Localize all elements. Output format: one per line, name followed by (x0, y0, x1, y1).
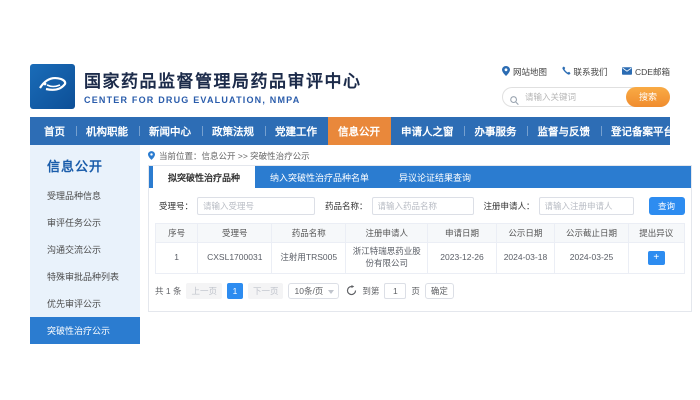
drug-name-label: 药品名称： (325, 200, 368, 212)
col-publicity-deadline: 公示截止日期 (555, 224, 629, 243)
nav-item-policy[interactable]: 政策法规 (202, 117, 265, 145)
col-publicity-date: 公示日期 (496, 224, 554, 243)
tab-included-breakthrough-list[interactable]: 纳入突破性治疗品种名单 (255, 166, 384, 188)
site-subtitle: CENTER FOR DRUG EVALUATION, NMPA (84, 95, 362, 105)
acceptance-no-input[interactable] (197, 197, 315, 215)
col-drug-name: 药品名称 (272, 224, 346, 243)
cde-mail-link-label: CDE邮箱 (635, 66, 670, 78)
page-number-button[interactable]: 1 (227, 283, 243, 299)
location-pin-icon (502, 66, 510, 78)
filter-row: 受理号： 药品名称： 注册申请人： 查询 (149, 188, 691, 223)
page-size-label: 10条/页 (294, 285, 323, 297)
sidebar-item-accepted-varieties[interactable]: 受理品种信息 (30, 182, 140, 209)
pagination: 共 1 条 上一页 1 下一页 10条/页 到第 页 确定 (155, 283, 685, 299)
acceptance-no-label: 受理号： (159, 200, 193, 212)
cell-apply-date: 2023-12-26 (428, 243, 497, 274)
content-area: 信息公开 受理品种信息 审评任务公示 沟通交流公示 特殊审批品种列表 优先审评公… (30, 145, 670, 344)
goto-unit: 页 (411, 285, 420, 297)
main-nav: 首页 机构职能 新闻中心 政策法规 党建工作 信息公开 申请人之窗 办事服务 监… (30, 117, 670, 145)
quick-links: 网站地图 联系我们 CDE邮箱 (502, 66, 670, 78)
cell-drug-name: 注射用TRS005 (272, 243, 346, 274)
total-count: 共 1 条 (155, 285, 181, 297)
contact-link[interactable]: 联系我们 (562, 66, 608, 78)
search-box: 搜索 (502, 87, 670, 107)
nav-item-supervision[interactable]: 监督与反馈 (527, 117, 601, 145)
search-button[interactable]: 搜索 (626, 87, 670, 107)
drug-name-input[interactable] (372, 197, 474, 215)
tab-bar: 拟突破性治疗品种 纳入突破性治疗品种名单 异议论证结果查询 (149, 166, 691, 188)
cell-acceptance-no: CXSL1700031 (198, 243, 272, 274)
cell-seq: 1 (156, 243, 198, 274)
sidebar-item-priority-review[interactable]: 优先审评公示 (30, 290, 140, 317)
sidebar-item-breakthrough-therapy[interactable]: 突破性治疗公示 (30, 317, 140, 344)
table-row: 1 CXSL1700031 注射用TRS005 浙江特瑞思药业股份有限公司 20… (156, 243, 685, 274)
cell-publicity-date: 2024-03-18 (496, 243, 554, 274)
logo-swan-icon (35, 66, 71, 107)
plus-icon[interactable]: + (648, 251, 665, 265)
table-header-row: 序号 受理号 药品名称 注册申请人 申请日期 公示日期 公示截止日期 提出异议 (156, 224, 685, 243)
site-title: 国家药品监督管理局药品审评中心 (84, 67, 362, 92)
nav-item-registration-platform[interactable]: 登记备案平台 (601, 117, 685, 145)
sitemap-link-label: 网站地图 (513, 66, 547, 78)
col-seq: 序号 (156, 224, 198, 243)
nav-item-home[interactable]: 首页 (30, 117, 76, 145)
results-table-wrap: 序号 受理号 药品名称 注册申请人 申请日期 公示日期 公示截止日期 提出异议 (155, 223, 685, 274)
brand-text: 国家药品监督管理局药品审评中心 CENTER FOR DRUG EVALUATI… (84, 67, 362, 105)
location-pin-icon (148, 151, 155, 162)
envelope-icon (622, 67, 632, 77)
col-applicant: 注册申请人 (346, 224, 428, 243)
breadcrumb-text: 当前位置：信息公开 >> 突破性治疗公示 (159, 150, 310, 162)
sitemap-link[interactable]: 网站地图 (502, 66, 547, 78)
tab-proposed-breakthrough[interactable]: 拟突破性治疗品种 (153, 166, 255, 188)
nav-item-services[interactable]: 办事服务 (464, 117, 527, 145)
col-acceptance-no: 受理号 (198, 224, 272, 243)
search-icon (510, 92, 519, 110)
cell-raise-objection: + (628, 243, 684, 274)
nav-item-info-disclosure[interactable]: 信息公开 (328, 117, 391, 145)
next-page-button[interactable]: 下一页 (248, 283, 284, 299)
sidebar-title: 信息公开 (30, 156, 140, 175)
goto-page-input[interactable] (384, 283, 406, 299)
caret-down-icon (328, 290, 334, 294)
results-table: 序号 受理号 药品名称 注册申请人 申请日期 公示日期 公示截止日期 提出异议 (155, 223, 685, 274)
query-button[interactable]: 查询 (649, 197, 685, 215)
goto-label: 到第 (362, 285, 379, 297)
page: 国家药品监督管理局药品审评中心 CENTER FOR DRUG EVALUATI… (30, 55, 670, 344)
col-raise-objection: 提出异议 (628, 224, 684, 243)
nav-item-functions[interactable]: 机构职能 (76, 117, 139, 145)
cde-logo (30, 64, 75, 109)
content-card: 拟突破性治疗品种 纳入突破性治疗品种名单 异议论证结果查询 受理号： 药品名称：… (148, 165, 692, 312)
page-size-select[interactable]: 10条/页 (288, 283, 339, 299)
phone-icon (562, 66, 571, 77)
confirm-button[interactable]: 确定 (425, 283, 454, 299)
applicant-label: 注册申请人： (484, 200, 535, 212)
tab-objection-result-query[interactable]: 异议论证结果查询 (384, 166, 486, 188)
cell-publicity-deadline: 2024-03-25 (555, 243, 629, 274)
refresh-icon[interactable] (346, 285, 357, 296)
sidebar: 信息公开 受理品种信息 审评任务公示 沟通交流公示 特殊审批品种列表 优先审评公… (30, 145, 140, 344)
nav-item-news[interactable]: 新闻中心 (139, 117, 202, 145)
prev-page-button[interactable]: 上一页 (186, 283, 222, 299)
breadcrumb: 当前位置：信息公开 >> 突破性治疗公示 (148, 147, 692, 165)
sidebar-item-communication[interactable]: 沟通交流公示 (30, 236, 140, 263)
col-apply-date: 申请日期 (428, 224, 497, 243)
nav-item-party[interactable]: 党建工作 (265, 117, 328, 145)
cell-applicant: 浙江特瑞思药业股份有限公司 (346, 243, 428, 274)
cde-mail-link[interactable]: CDE邮箱 (622, 66, 670, 78)
contact-link-label: 联系我们 (574, 66, 608, 78)
site-header: 国家药品监督管理局药品审评中心 CENTER FOR DRUG EVALUATI… (30, 55, 670, 117)
applicant-input[interactable] (539, 197, 634, 215)
sidebar-item-special-approval[interactable]: 特殊审批品种列表 (30, 263, 140, 290)
sidebar-item-review-tasks[interactable]: 审评任务公示 (30, 209, 140, 236)
nav-item-applicant-window[interactable]: 申请人之窗 (391, 117, 465, 145)
header-right: 网站地图 联系我们 CDE邮箱 搜索 (502, 66, 670, 107)
main-panel: 当前位置：信息公开 >> 突破性治疗公示 拟突破性治疗品种 纳入突破性治疗品种名… (148, 145, 700, 344)
